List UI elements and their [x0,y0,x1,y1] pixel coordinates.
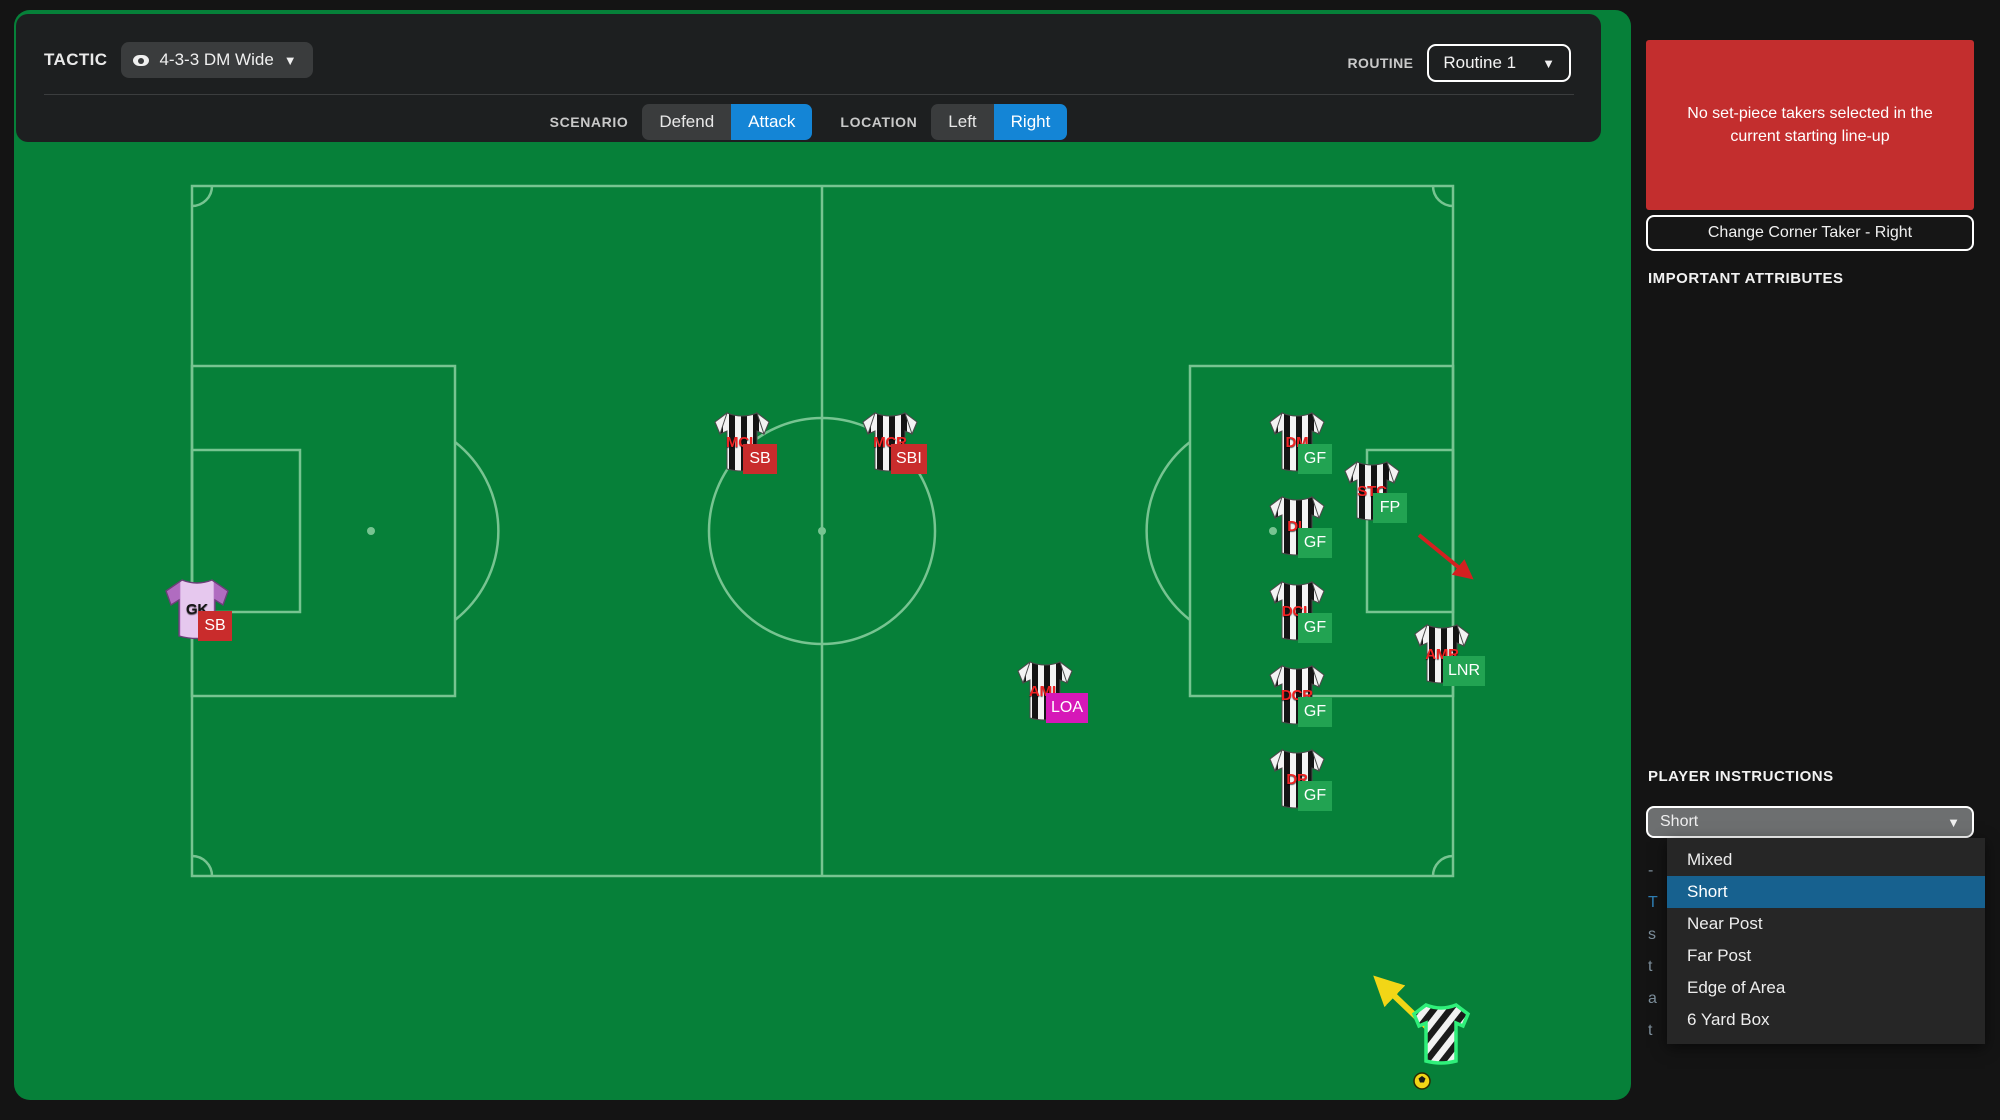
warning-text: No set-piece takers selected in the curr… [1687,104,1933,145]
scenario-toggle-group[interactable]: Defend Attack [642,104,813,140]
no-takers-warning: No set-piece takers selected in the curr… [1646,40,1974,210]
player-token-taker[interactable] [1404,1000,1478,1066]
instruction-badge: GF [1298,781,1332,811]
instruction-option-short[interactable]: Short [1667,876,1985,908]
player-token-mcl[interactable]: MCL SB [705,408,779,474]
scenario-location-row: SCENARIO Defend Attack LOCATION Left Right [16,104,1601,140]
chevron-down-icon: ▼ [283,52,297,68]
change-corner-taker-button[interactable]: Change Corner Taker - Right [1646,215,1974,251]
player-instructions-heading: PLAYER INSTRUCTIONS [1648,768,1834,785]
routine-dropdown[interactable]: Routine 1 ▼ [1427,44,1571,82]
instruction-badge: LOA [1046,693,1089,723]
player-token-amr[interactable]: AMR LNR [1405,620,1486,686]
pitch-markings [190,184,1455,878]
tactics-toolbar: TACTIC 4-3-3 DM Wide ▼ ROUTINE Routine 1… [16,14,1601,142]
player-token-dcr[interactable]: DCR GF [1260,661,1334,727]
player-token-mcr[interactable]: MCR SBI [853,408,927,474]
routine-value: Routine 1 [1443,53,1517,72]
player-instruction-value: Short [1660,813,1699,830]
tactics-screen: GK SB MCL SB MCR SBI DM GF STC FP DL GF … [0,0,2000,1120]
instruction-badge: SB [198,611,232,641]
run-arrow-icon [1417,533,1474,580]
player-token-dm[interactable]: DM GF [1260,408,1334,474]
instruction-badge: LNR [1443,656,1486,686]
scenario-button-attack[interactable]: Attack [731,104,813,140]
instruction-badge: FP [1373,493,1407,523]
location-label: LOCATION [840,114,918,130]
location-toggle-group[interactable]: Left Right [931,104,1068,140]
instruction-badge: GF [1298,528,1332,558]
instruction-option-6-yard-box[interactable]: 6 Yard Box [1667,1004,1985,1036]
player-token-dcl[interactable]: DCL GF [1260,577,1334,643]
instruction-option-mixed[interactable]: Mixed [1667,844,1985,876]
right-sidebar: No set-piece takers selected in the curr… [1643,0,2000,1120]
location-button-left[interactable]: Left [931,104,994,140]
player-token-gk[interactable]: GK SB [160,575,234,641]
instruction-option-near-post[interactable]: Near Post [1667,908,1985,940]
eye-icon [133,52,150,68]
instruction-option-edge-of-area[interactable]: Edge of Area [1667,972,1985,1004]
player-token-stc[interactable]: STC FP [1335,457,1409,523]
chevron-down-icon: ▼ [1542,55,1555,71]
instruction-option-far-post[interactable]: Far Post [1667,940,1985,972]
pitch-area[interactable]: GK SB MCL SB MCR SBI DM GF STC FP DL GF … [14,10,1631,1100]
instruction-badge: GF [1298,444,1332,474]
player-instruction-dropdown-menu[interactable]: Mixed Short Near Post Far Post Edge of Area 6… [1667,838,1985,1044]
instruction-badge: GF [1298,697,1332,727]
player-instruction-select[interactable]: Short ▼ [1646,806,1974,838]
ball-icon [1413,1072,1431,1090]
instruction-badge: SBI [891,444,927,474]
instruction-badge: SB [743,444,777,474]
scenario-label: SCENARIO [549,114,629,130]
tactic-dropdown[interactable]: 4-3-3 DM Wide ▼ [121,42,313,78]
tactic-value: 4-3-3 DM Wide [159,50,274,69]
player-token-aml[interactable]: AML LOA [1008,657,1089,723]
player-token-dr[interactable]: DR GF [1260,745,1334,811]
player-token-dl[interactable]: DL GF [1260,492,1334,558]
toolbar-divider [44,94,1574,95]
chevron-down-icon: ▼ [1947,814,1960,830]
scenario-button-defend[interactable]: Defend [642,104,732,140]
shirt-icon [1404,1000,1478,1066]
important-attributes-heading: IMPORTANT ATTRIBUTES [1648,270,1844,287]
instruction-badge: GF [1298,613,1332,643]
tactic-row: TACTIC 4-3-3 DM Wide ▼ [44,42,313,78]
location-button-right[interactable]: Right [993,104,1068,140]
tactic-label: TACTIC [44,50,108,69]
routine-row: ROUTINE Routine 1 ▼ [1348,44,1571,82]
routine-label: ROUTINE [1347,55,1414,71]
